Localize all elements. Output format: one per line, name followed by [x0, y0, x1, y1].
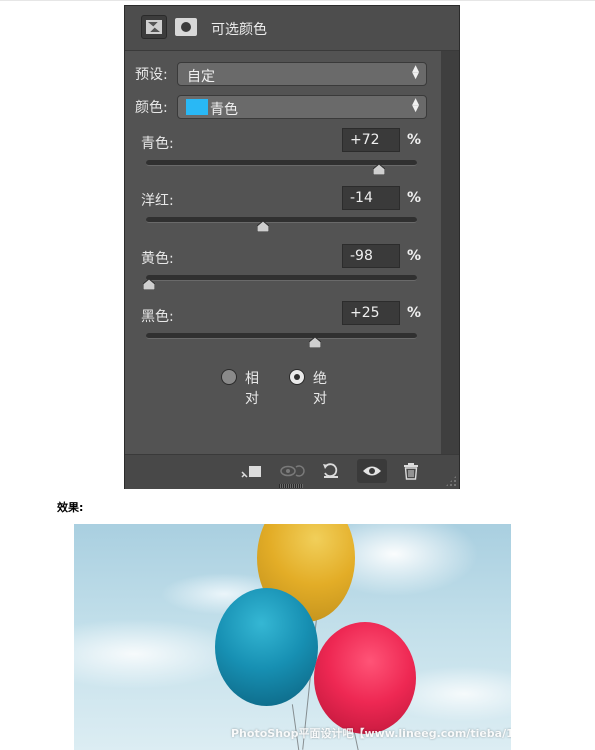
slider-label-cyan: 青色: [141, 136, 174, 152]
preset-label: 预设: [135, 67, 168, 83]
slider-thumb-black[interactable] [309, 337, 322, 348]
panel-scrollbar[interactable] [441, 51, 459, 454]
adjustment-layer-icon[interactable] [141, 15, 167, 39]
slider-label-black: 黑色: [141, 309, 174, 325]
view-previous-state-icon[interactable] [277, 459, 307, 483]
percent-sign: % [407, 190, 422, 206]
resize-grip-icon[interactable] [445, 475, 457, 487]
slider-thumb-magenta[interactable] [256, 221, 269, 232]
preset-dropdown[interactable]: 自定 ▲ ▼ [177, 62, 427, 86]
value-field-cyan[interactable]: +72 [342, 128, 400, 152]
value-field-yellow[interactable]: -98 [342, 244, 400, 268]
reset-icon[interactable] [316, 459, 346, 483]
updown-arrows-icon: ▲ ▼ [412, 64, 419, 81]
slider-thumb-cyan[interactable] [373, 164, 386, 175]
value-field-black[interactable]: +25 [342, 301, 400, 325]
page-divider [0, 0, 595, 1]
panel-footer [125, 454, 459, 489]
panel-title: 可选颜色 [211, 22, 267, 38]
trash-icon[interactable] [396, 459, 426, 483]
result-photo: PhotoShop平面设计吧【www.lineeg.com/tieba/1783… [74, 524, 511, 750]
updown-arrows-icon: ▲ ▼ [412, 97, 419, 114]
absolute-label: 绝对 [313, 371, 327, 407]
slider-label-yellow: 黄色: [141, 251, 174, 267]
panel-grip[interactable] [279, 484, 303, 488]
blue-balloon [215, 588, 318, 706]
percent-sign: % [407, 248, 422, 264]
colors-dropdown[interactable]: 青色 ▲ ▼ [177, 95, 427, 119]
slider-track-yellow[interactable] [146, 275, 417, 281]
preset-value: 自定 [187, 69, 215, 85]
relative-radio[interactable] [221, 369, 237, 385]
effect-label: 效果: [57, 501, 84, 514]
absolute-radio[interactable] [289, 369, 305, 385]
value-field-magenta[interactable]: -14 [342, 186, 400, 210]
watermark-text: PhotoShop平面设计吧【www.lineeg.com/tieba/1783… [231, 727, 511, 740]
colors-value: 青色 [210, 102, 238, 118]
percent-sign: % [407, 305, 422, 321]
selective-color-thumb-icon [146, 20, 162, 34]
red-balloon [314, 622, 416, 734]
clip-to-layer-icon[interactable] [237, 459, 267, 483]
relative-label: 相对 [245, 371, 259, 407]
slider-track-black[interactable] [146, 333, 417, 339]
visibility-eye-icon[interactable] [357, 459, 387, 483]
slider-track-magenta[interactable] [146, 217, 417, 223]
layer-mask-icon[interactable] [175, 18, 197, 36]
slider-label-magenta: 洋红: [141, 193, 174, 209]
selective-color-panel: 可选颜色 预设: 自定 ▲ ▼ 颜色: 青色 ▲ ▼ 青色: +72 % 洋红: -… [124, 5, 460, 489]
colors-label: 颜色: [135, 100, 168, 116]
percent-sign: % [407, 132, 422, 148]
panel-header: 可选颜色 [125, 6, 459, 51]
color-swatch [186, 99, 208, 115]
slider-thumb-yellow[interactable] [142, 279, 155, 290]
